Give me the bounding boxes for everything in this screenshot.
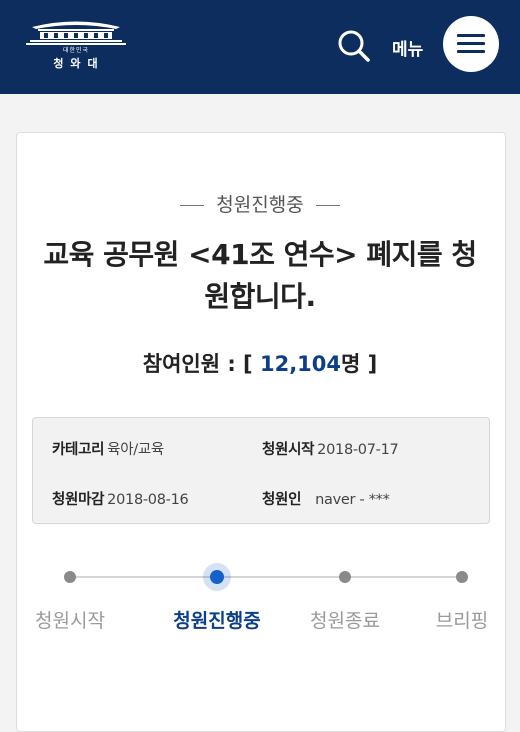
cheongwadae-logo[interactable]: 대한민국 청와대 bbox=[24, 14, 128, 74]
logo-subtitle: 대한민국 bbox=[62, 47, 90, 54]
info-start-label: 청원시작 bbox=[262, 442, 315, 458]
step-dot-closed bbox=[339, 571, 351, 583]
info-category-value: 육아/교육 bbox=[107, 442, 164, 458]
hamburger-menu-button[interactable] bbox=[443, 16, 499, 72]
petition-info-box: 카테고리 육아/교육 청원시작 2018-07-17 청원마감 2018-08-16 … bbox=[32, 417, 490, 524]
info-category: 카테고리 육아/교육 bbox=[52, 438, 164, 459]
site-header: 대한민국 청와대 메뉴 bbox=[0, 0, 520, 94]
step-label-closed: 청원종료 bbox=[310, 610, 380, 632]
step-label-briefing: 브리핑 bbox=[435, 610, 489, 632]
step-dot-briefing bbox=[456, 571, 468, 583]
info-author-value: naver - *** bbox=[315, 492, 390, 508]
search-icon[interactable] bbox=[336, 28, 372, 64]
count-suffix: 명 ] bbox=[341, 352, 378, 376]
count-value: 12,104 bbox=[259, 352, 342, 376]
step-label-in-progress: 청원진행중 bbox=[173, 610, 261, 632]
participant-count: 참여인원 : [ 12,104명 ] bbox=[0, 348, 520, 378]
hamburger-line bbox=[457, 34, 485, 37]
menu-label[interactable]: 메뉴 bbox=[392, 35, 423, 60]
progress-track bbox=[70, 576, 462, 578]
hamburger-line bbox=[457, 42, 485, 45]
count-label: 참여인원 : [ bbox=[142, 352, 253, 376]
petition-status: 청원진행중 bbox=[0, 190, 520, 217]
petition-title: 교육 공무원 <41조 연수> 폐지를 청원합니다. bbox=[43, 238, 477, 313]
divider-dash bbox=[315, 205, 340, 206]
hamburger-line bbox=[457, 50, 485, 53]
blue-house-emblem-icon bbox=[26, 21, 126, 45]
info-category-label: 카테고리 bbox=[52, 442, 105, 458]
divider-dash bbox=[180, 205, 205, 206]
info-end-label: 청원마감 bbox=[52, 492, 105, 508]
logo-title: 청와대 bbox=[53, 57, 105, 70]
info-start-date: 청원시작 2018-07-17 bbox=[262, 438, 399, 459]
info-end-date: 청원마감 2018-08-16 bbox=[52, 488, 189, 509]
step-label-start: 청원시작 bbox=[35, 610, 105, 632]
info-author-label: 청원인 bbox=[262, 492, 302, 508]
info-start-value: 2018-07-17 bbox=[317, 442, 399, 458]
info-author: 청원인 naver - *** bbox=[262, 488, 390, 509]
step-dot-in-progress bbox=[210, 570, 224, 584]
status-text: 청원진행중 bbox=[216, 194, 304, 216]
step-dot-start bbox=[64, 571, 76, 583]
info-end-value: 2018-08-16 bbox=[107, 492, 189, 508]
